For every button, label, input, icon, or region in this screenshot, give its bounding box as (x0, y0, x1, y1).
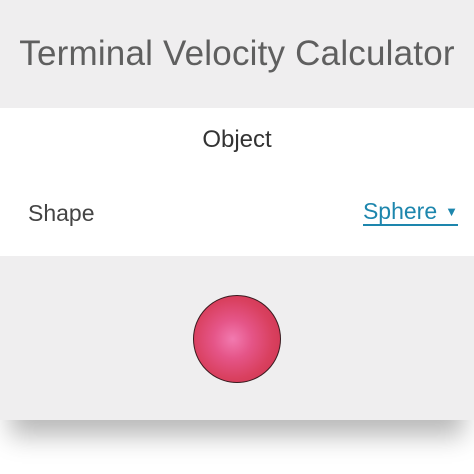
calculator-title: Terminal Velocity Calculator (19, 34, 455, 73)
caret-down-icon[interactable]: ▼ (445, 205, 458, 218)
shape-illustration (0, 256, 474, 420)
calculator-card: Terminal Velocity Calculator Object Shap… (0, 0, 474, 420)
shape-label: Shape (28, 200, 95, 226)
title-bar: Terminal Velocity Calculator (0, 0, 474, 108)
shape-select-value[interactable]: Sphere (363, 200, 437, 223)
shape-select[interactable]: Sphere ▼ (362, 200, 458, 226)
object-panel: Object Shape Sphere ▼ (0, 108, 474, 256)
sphere-image (193, 295, 281, 383)
section-header: Object (0, 108, 474, 172)
shape-row: Shape Sphere ▼ (0, 192, 474, 236)
section-title: Object (202, 126, 272, 153)
